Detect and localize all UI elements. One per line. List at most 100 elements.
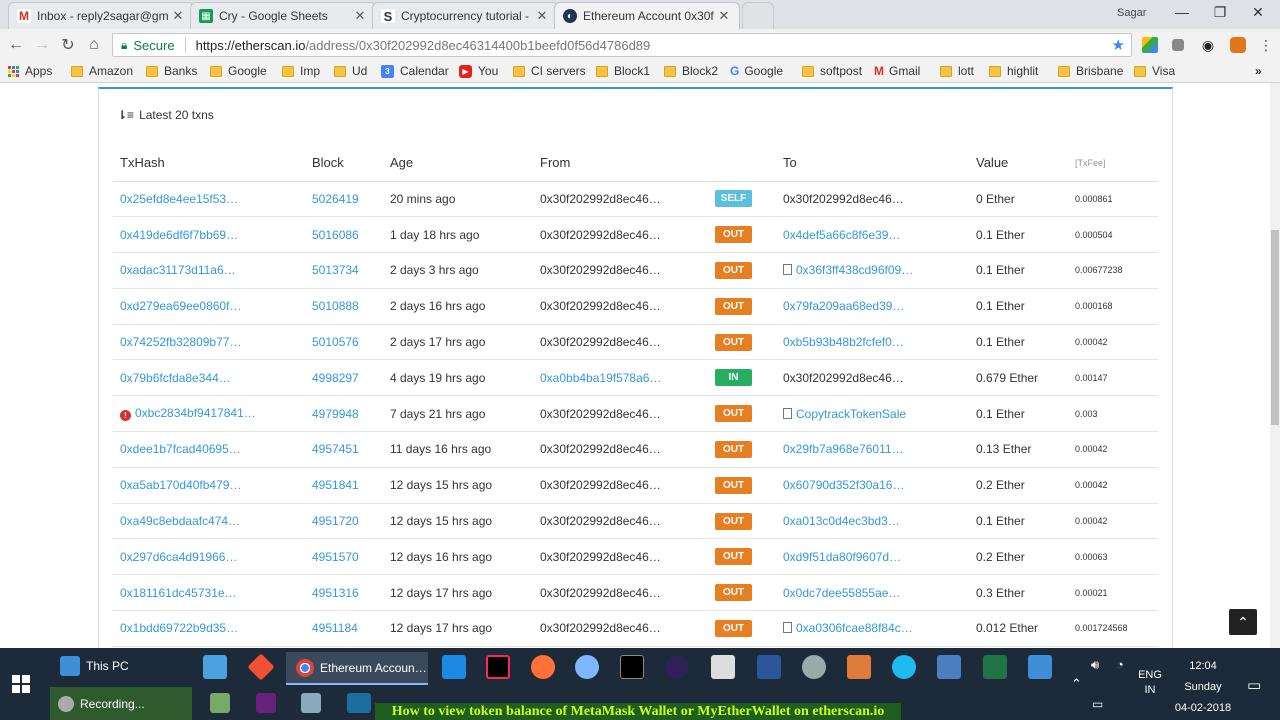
calculator-icon[interactable]	[711, 655, 735, 679]
txhash-link[interactable]: 0xa5ab170d40fb479…	[120, 478, 241, 492]
bookmark-star-icon[interactable]: ★	[1112, 36, 1125, 54]
console-icon[interactable]	[347, 693, 371, 713]
block-link[interactable]: 5010576	[312, 335, 359, 349]
to-address[interactable]: 0x60790d352f30a16…	[783, 478, 904, 492]
txhash-link[interactable]: 0xdee1b7fcad40695…	[120, 442, 241, 456]
block-link[interactable]: 4951720	[312, 514, 359, 528]
to-address[interactable]: 0x29fb7a968e76011…	[783, 442, 904, 456]
taskbar-this-pc[interactable]: This PC	[60, 656, 129, 676]
to-address[interactable]: 0xa0306fcae88f84c…	[796, 621, 913, 635]
reload-icon[interactable]: ↻	[58, 35, 78, 55]
eye-icon[interactable]: ◉	[1200, 37, 1216, 53]
block-link[interactable]: 4951841	[312, 478, 359, 492]
bookmark-youtube[interactable]: ▶ You	[459, 64, 498, 78]
block-link[interactable]: 5013734	[312, 263, 359, 277]
action-center-icon[interactable]: ▭	[1247, 676, 1261, 694]
language-indicator[interactable]: ENG IN	[1134, 668, 1166, 698]
to-address[interactable]: CopytrackTokenSale	[796, 407, 906, 421]
block-link[interactable]: 4957451	[312, 442, 359, 456]
forward-icon[interactable]: →	[32, 35, 52, 55]
vscode-icon[interactable]	[442, 655, 466, 679]
home-icon[interactable]: ⌂	[84, 35, 104, 55]
taskbar-chrome-window[interactable]: Ethereum Accoun…	[286, 652, 428, 685]
word-icon[interactable]	[757, 655, 781, 679]
block-link[interactable]: 4951184	[312, 621, 358, 635]
notes-icon[interactable]	[210, 693, 230, 713]
firefox-icon[interactable]	[531, 655, 555, 679]
restore-icon[interactable]: ❐	[1205, 4, 1235, 21]
back-icon[interactable]: ←	[6, 35, 26, 55]
tab-gmail[interactable]: M Inbox - reply2sagar@gm ✕	[8, 2, 194, 29]
txhash-link[interactable]: 0xd279ea69ee0860f…	[120, 299, 241, 313]
txhash-link[interactable]: 0x1bdd69722b9d35…	[120, 621, 238, 635]
bookmark-highlit[interactable]: highlit	[989, 64, 1038, 78]
close-window-icon[interactable]: ✕	[1243, 4, 1273, 21]
bookmark-gmail[interactable]: M Gmail	[874, 64, 920, 78]
txhash-link[interactable]: 0x181161dc45731e…	[120, 586, 237, 600]
bookmark-block1[interactable]: Block1	[596, 64, 650, 78]
profile-name[interactable]: Sagar	[1117, 7, 1146, 19]
txhash-link[interactable]: 0xadac31173d11a6…	[120, 263, 236, 277]
excel-icon[interactable]	[983, 655, 1007, 679]
to-address[interactable]: 0x0dc7dee55855ae…	[783, 586, 900, 600]
to-address[interactable]: 0x36f3ff438cd96f09…	[796, 263, 913, 277]
bookmark-amazon[interactable]: Amazon	[71, 64, 133, 78]
wifi-icon[interactable]: ◔	[1116, 657, 1124, 672]
txhash-link[interactable]: 0xbc2834bf9417841…	[135, 406, 256, 420]
settings-gear-icon[interactable]	[802, 655, 826, 679]
bookmark-lott[interactable]: lott	[940, 64, 974, 78]
bookmark-google[interactable]: G Google	[730, 64, 783, 78]
tab-sheets[interactable]: ▦ Cry - Google Sheets ✕	[190, 2, 376, 29]
tool-icon[interactable]	[847, 655, 871, 679]
file-explorer-icon[interactable]	[203, 655, 227, 679]
tab-tutorial[interactable]: S Cryptocurrency tutorial - ✕	[372, 2, 558, 29]
block-link[interactable]: 5026419	[312, 192, 359, 206]
bookmark-ci-servers[interactable]: CI servers	[513, 64, 586, 78]
eclipse-icon[interactable]	[665, 655, 689, 679]
scrollbar-thumb[interactable]	[1271, 230, 1279, 425]
txhash-link[interactable]: 0x79b6fcfda8e344…	[120, 371, 231, 385]
terminal-icon[interactable]	[620, 655, 644, 679]
document-icon[interactable]	[301, 693, 321, 713]
new-tab-button[interactable]	[742, 2, 774, 29]
txhash-link[interactable]: 0x297d6ca4d91966…	[120, 550, 237, 564]
txhash-link[interactable]: 0xa49c8ebdaafc474…	[120, 514, 240, 528]
bookmark-banks[interactable]: Banks	[146, 64, 197, 78]
block-link[interactable]: 4951316	[312, 586, 359, 600]
close-tab-icon[interactable]: ✕	[171, 8, 185, 24]
internet-explorer-icon[interactable]	[892, 655, 916, 679]
menu-icon[interactable]: ⋮	[1258, 37, 1274, 53]
block-link[interactable]: 5010888	[312, 299, 359, 313]
block-link[interactable]: 4951570	[312, 550, 359, 564]
close-tab-icon[interactable]: ✕	[717, 8, 731, 24]
bookmark-apps[interactable]: Apps	[8, 64, 52, 78]
show-hidden-icons-icon[interactable]: ⌃	[1071, 676, 1082, 692]
from-address[interactable]: 0xa0bb4ba19f578a6…	[540, 371, 661, 385]
block-link[interactable]: 4998297	[312, 371, 359, 385]
block-link[interactable]: 5016086	[312, 228, 359, 242]
bookmark-brisbane[interactable]: Brisbane	[1058, 64, 1123, 78]
intellij-icon[interactable]	[486, 655, 510, 679]
bookmark-softpost[interactable]: softpost	[802, 64, 862, 78]
tab-etherscan[interactable]: ◐ Ethereum Account 0x30f ✕	[554, 2, 740, 29]
bookmark-visa[interactable]: Visa	[1134, 64, 1175, 78]
bookmark-block2[interactable]: Block2	[664, 64, 718, 78]
to-address[interactable]: 0xa013c0d4ec3bd3…	[783, 514, 900, 528]
bookmark-calendar[interactable]: 3 Calendar	[381, 64, 449, 78]
bookmark-ud[interactable]: Ud	[334, 64, 367, 78]
start-button[interactable]	[0, 648, 42, 720]
txhash-link[interactable]: 0x419de6df6f7bb69…	[120, 228, 238, 242]
volume-icon[interactable]: 🔊︎	[1091, 657, 1099, 673]
close-tab-icon[interactable]: ✕	[353, 8, 367, 24]
bookmark-google-folder[interactable]: Google	[210, 64, 267, 78]
extension-icon[interactable]	[1172, 39, 1184, 51]
drive-icon[interactable]	[1142, 37, 1158, 53]
minimize-icon[interactable]: —	[1167, 4, 1197, 20]
to-address[interactable]: 0x79fa209aa68ed39…	[783, 299, 904, 313]
visual-studio-icon[interactable]	[256, 693, 276, 713]
scroll-to-top-button[interactable]: ⌃	[1229, 609, 1257, 635]
close-tab-icon[interactable]: ✕	[535, 8, 549, 24]
store-icon[interactable]	[1028, 655, 1052, 679]
txhash-link[interactable]: 0x74252fb32809b77…	[120, 335, 241, 349]
metamask-icon[interactable]	[1230, 37, 1246, 53]
